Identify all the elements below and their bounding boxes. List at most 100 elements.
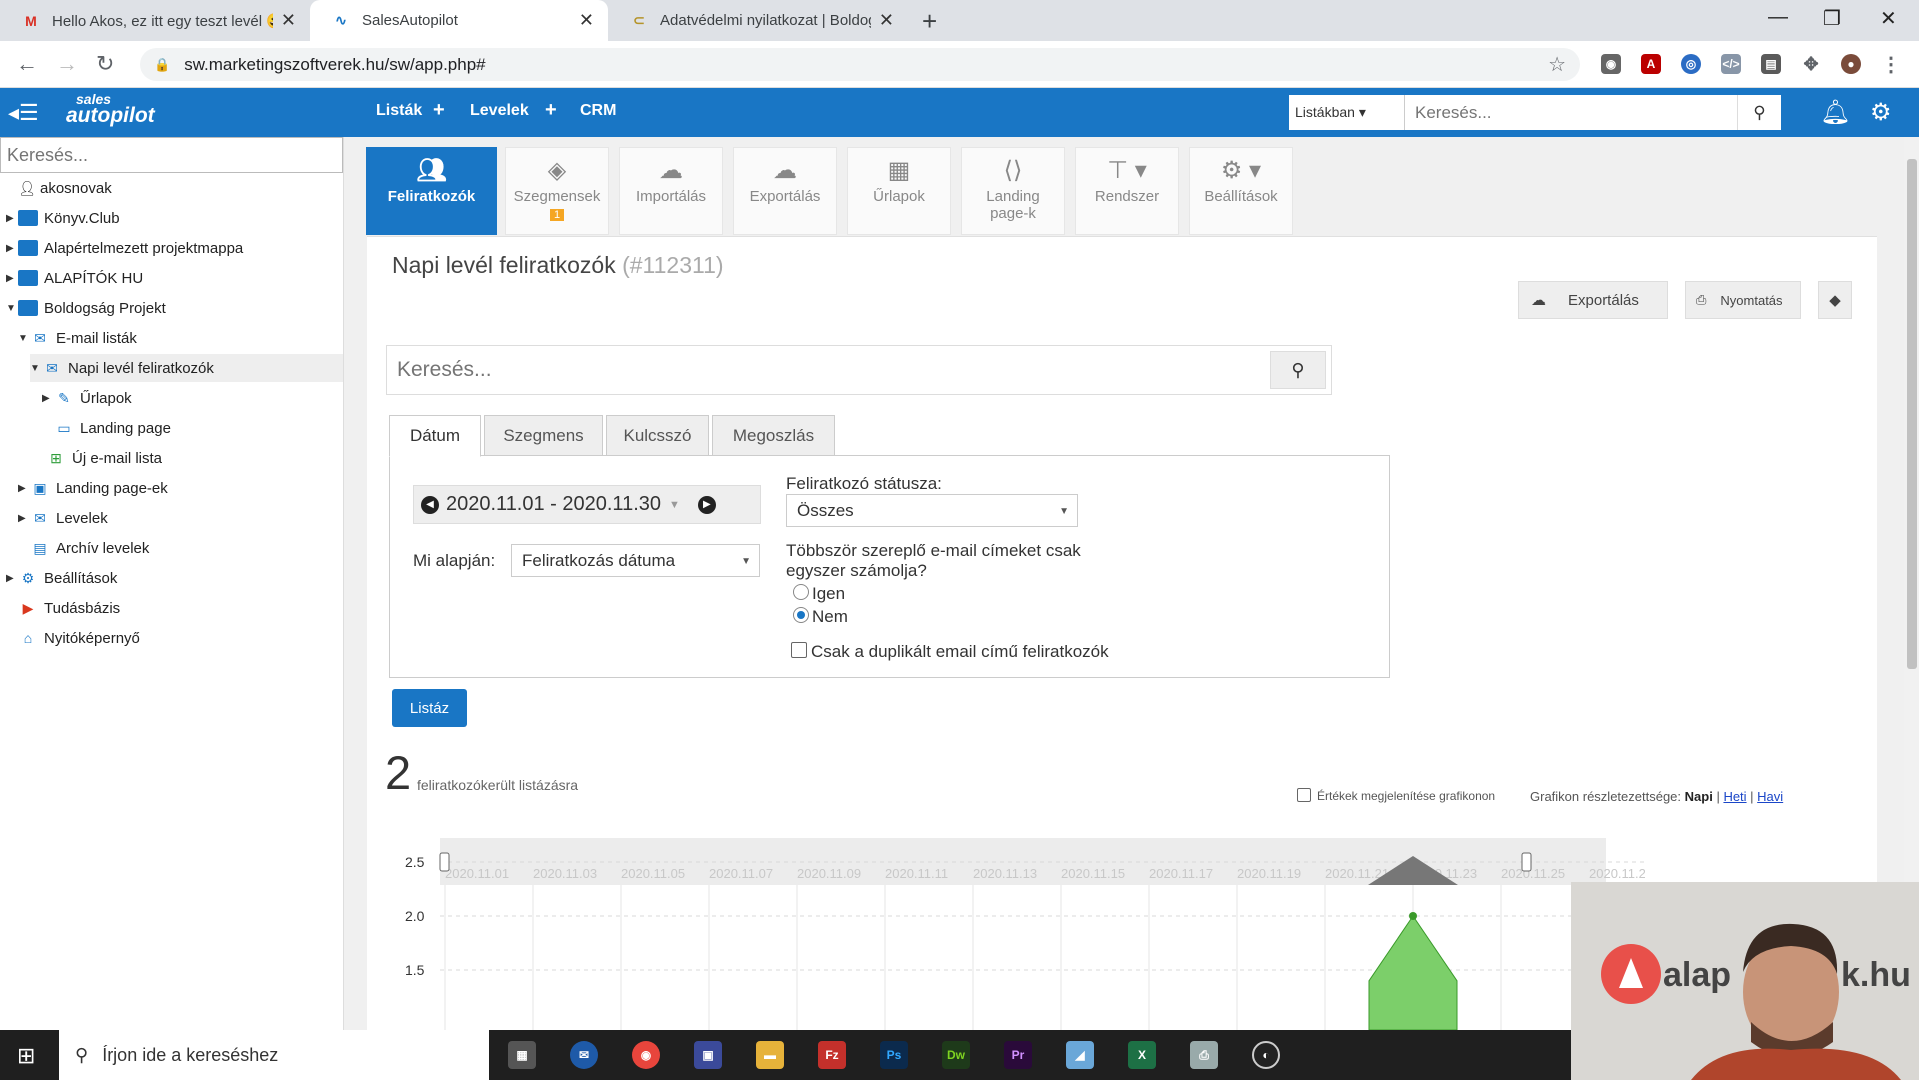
- premiere-app-icon[interactable]: Pr: [1004, 1041, 1032, 1069]
- browser-tab-gmail[interactable]: M Hello Akos, ez itt egy teszt levél 😀 ✕: [0, 0, 310, 41]
- expand-arrow-icon[interactable]: ▶: [18, 483, 30, 494]
- sidebar-item-tudasbazis[interactable]: ▶ Tudásbázis: [18, 594, 121, 622]
- close-tab-icon[interactable]: ✕: [281, 10, 296, 31]
- nav-crm[interactable]: CRM: [580, 102, 616, 120]
- close-tab-icon[interactable]: ✕: [579, 10, 594, 31]
- export-button[interactable]: ☁ Exportálás: [1518, 281, 1668, 319]
- granularity-weekly-link[interactable]: Heti: [1723, 789, 1746, 804]
- puzzle-extensions-icon[interactable]: ✥: [1801, 54, 1821, 74]
- sidebar-item-nyitokepernyo[interactable]: ⌂ Nyitóképernyő: [18, 624, 140, 652]
- expand-arrow-icon[interactable]: ▶: [6, 573, 18, 584]
- sidebar-search-input[interactable]: [0, 137, 343, 173]
- tab-datum[interactable]: Dátum: [389, 415, 481, 457]
- forward-icon[interactable]: →: [56, 51, 78, 77]
- range-handle-right[interactable]: [1521, 852, 1532, 872]
- settings-gear-icon[interactable]: ⚙: [1870, 98, 1892, 127]
- thunderbird-app-icon[interactable]: ✉: [570, 1041, 598, 1069]
- collapse-arrow-icon[interactable]: ▼: [18, 333, 30, 344]
- save-app-icon[interactable]: ▣: [694, 1041, 722, 1069]
- new-tab-icon[interactable]: +: [922, 6, 937, 37]
- toolbar-feliratkozok-button[interactable]: 👥︎ Feliratkozók: [366, 147, 497, 235]
- toolbar-exportalas-button[interactable]: ☁ Exportálás: [733, 147, 837, 235]
- subscriber-search-input[interactable]: [387, 346, 1267, 394]
- basis-select[interactable]: Feliratkozás dátuma ▼: [511, 544, 760, 577]
- sidebar-item-archiv-levelek[interactable]: ▤ Archív levelek: [30, 534, 149, 562]
- tab-kulcsszo[interactable]: Kulcsszó: [606, 415, 709, 456]
- maximize-icon[interactable]: ❐: [1823, 6, 1841, 31]
- reload-icon[interactable]: ↻: [96, 51, 114, 77]
- collapse-arrow-icon[interactable]: ▼: [30, 363, 42, 374]
- obs-app-icon[interactable]: ◐: [1252, 1041, 1280, 1069]
- sidebar-item-alapertelmezett[interactable]: ▶ Alapértelmezett projektmappa: [6, 234, 243, 262]
- minimize-icon[interactable]: —: [1768, 6, 1788, 29]
- file-explorer-icon[interactable]: ▬: [756, 1041, 784, 1069]
- radio-nem[interactable]: [793, 607, 809, 623]
- browser-menu-icon[interactable]: ⋮: [1881, 54, 1901, 76]
- date-range-picker[interactable]: ◀ 2020.11.01 - 2020.11.30 ▼ ▶: [413, 485, 761, 524]
- sidebar-item-alapitok[interactable]: ▶ ALAPÍTÓK HU: [6, 264, 143, 292]
- bookmark-star-icon[interactable]: ☆: [1548, 52, 1566, 77]
- collapse-arrow-icon[interactable]: ▼: [6, 303, 18, 314]
- browser-tab-adatvedelmi[interactable]: ⊂ Adatvédelmi nyilatkozat | Boldog ✕: [608, 0, 908, 41]
- nav-listak[interactable]: Listák: [376, 102, 422, 120]
- sidebar-item-user[interactable]: 👤︎ akosnovak: [18, 174, 112, 202]
- granularity-monthly-link[interactable]: Havi: [1757, 789, 1783, 804]
- sidebar-item-levelek[interactable]: ▶ ✉ Levelek: [18, 504, 108, 532]
- header-search-input[interactable]: [1405, 95, 1737, 130]
- chrome-app-icon[interactable]: ◉: [632, 1041, 660, 1069]
- search-scope-select[interactable]: Listákban ▾: [1289, 95, 1405, 130]
- notepad-app-icon[interactable]: ◢: [1066, 1041, 1094, 1069]
- next-period-icon[interactable]: ▶: [697, 495, 716, 514]
- sidebar-item-landing-page-ek[interactable]: ▶ ▣ Landing page-ek: [18, 474, 168, 502]
- menu-toggle-icon[interactable]: ◂☰: [8, 100, 39, 126]
- toolbar-beallitasok-button[interactable]: ⚙ ▾ Beállítások: [1189, 147, 1293, 235]
- extension-icon[interactable]: ◎: [1681, 54, 1701, 74]
- sidebar-item-email-listak[interactable]: ▼ ✉ E-mail listák: [18, 324, 137, 352]
- toolbar-rendszer-button[interactable]: ⊤ ▾ Rendszer: [1075, 147, 1179, 235]
- sidebar-item-uj-email-lista[interactable]: ⊞ Új e-mail lista: [46, 444, 162, 472]
- code-extension-icon[interactable]: </>: [1721, 54, 1741, 74]
- windows-start-icon[interactable]: ⊞: [17, 1043, 35, 1069]
- sidebar-item-beallitasok[interactable]: ▶ ⚙ Beállítások: [6, 564, 117, 592]
- profile-avatar[interactable]: ●: [1841, 54, 1861, 74]
- sidebar-item-boldogsag-projekt[interactable]: ▼ Boldogság Projekt: [6, 294, 166, 322]
- browser-tab-salesautopilot[interactable]: ∿ SalesAutopilot ✕: [310, 0, 608, 41]
- expand-arrow-icon[interactable]: ▶: [42, 393, 54, 404]
- tab-szegmens[interactable]: Szegmens: [484, 415, 603, 456]
- chart-data-point[interactable]: [1409, 912, 1417, 920]
- close-tab-icon[interactable]: ✕: [879, 10, 894, 31]
- url-field[interactable]: 🔒 sw.marketingszoftverek.hu/sw/app.php# …: [140, 48, 1580, 81]
- sidebar-item-urlapok[interactable]: ▶ ✎ Űrlapok: [42, 384, 132, 412]
- excel-app-icon[interactable]: X: [1128, 1041, 1156, 1069]
- granularity-daily[interactable]: Napi: [1685, 789, 1713, 804]
- extension-icon[interactable]: ▤: [1761, 54, 1781, 74]
- calculator-app-icon[interactable]: ▦: [508, 1041, 536, 1069]
- expand-arrow-icon[interactable]: ▶: [18, 513, 30, 524]
- nav-levelek[interactable]: Levelek: [470, 102, 529, 120]
- toolbar-importalas-button[interactable]: ☁ Importálás: [619, 147, 723, 235]
- search-icon[interactable]: ⚲: [1270, 351, 1326, 389]
- photoshop-app-icon[interactable]: Ps: [880, 1041, 908, 1069]
- toolbar-urlapok-button[interactable]: ▦ Űrlapok: [847, 147, 951, 235]
- tag-button[interactable]: ◆: [1818, 281, 1852, 319]
- show-values-checkbox[interactable]: [1297, 788, 1311, 802]
- radio-igen[interactable]: [793, 584, 809, 600]
- print-button[interactable]: ⎙ Nyomtatás: [1685, 281, 1801, 319]
- window-close-icon[interactable]: ✕: [1880, 6, 1897, 31]
- add-list-icon[interactable]: +: [433, 99, 445, 122]
- sidebar-item-landing-page[interactable]: ▭ Landing page: [54, 414, 171, 442]
- notification-bell-icon[interactable]: 🔔︎: [1820, 98, 1850, 127]
- list-button[interactable]: Listáz: [392, 689, 467, 727]
- toolbar-landing-pages-button[interactable]: ⟨⟩ Landing page-k: [961, 147, 1065, 235]
- duplicate-only-checkbox[interactable]: [791, 642, 807, 658]
- taskbar-search[interactable]: ⚲ Írjon ide a kereséshez: [59, 1030, 489, 1080]
- status-select[interactable]: Összes ▼: [786, 494, 1078, 527]
- sidebar-item-napi-level[interactable]: ▼ ✉ Napi levél feliratkozók: [30, 354, 343, 382]
- back-icon[interactable]: ←: [16, 51, 38, 77]
- add-letter-icon[interactable]: +: [545, 99, 557, 122]
- scrollbar-thumb[interactable]: [1907, 159, 1917, 669]
- expand-arrow-icon[interactable]: ▶: [6, 213, 18, 224]
- filezilla-app-icon[interactable]: Fz: [818, 1041, 846, 1069]
- tab-megoszlas[interactable]: Megoszlás: [712, 415, 835, 456]
- sidebar-item-konyv-club[interactable]: ▶ Könyv.Club: [6, 204, 120, 232]
